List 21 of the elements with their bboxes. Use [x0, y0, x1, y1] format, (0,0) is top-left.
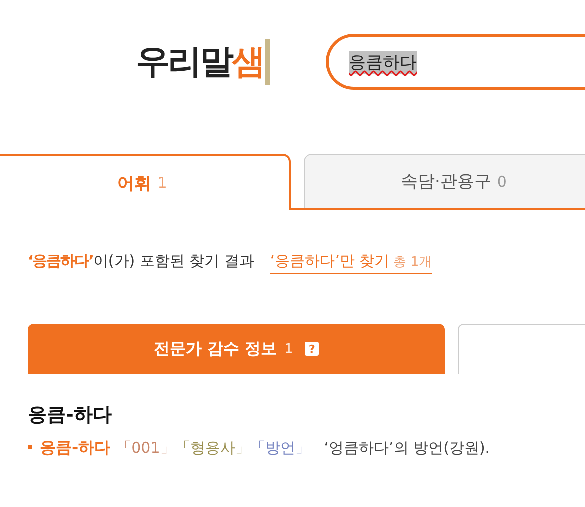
bullet-icon [28, 445, 32, 449]
result-count: 총 1개 [394, 254, 432, 271]
category-tab[interactable]: 속담·관용구 0 [304, 154, 585, 208]
sense-tag: 「방언」 [250, 439, 310, 458]
summary-text: 이(가) 포함된 찾기 결과 [93, 252, 254, 271]
search-field[interactable]: 응큼하다 [326, 34, 585, 90]
definition-text: ‘엉큼하다’의 방언(강원). [324, 439, 490, 458]
sense-tag: 「형용사」 [175, 439, 250, 458]
logo-mark[interactable]: 샘 [232, 39, 270, 85]
result-count: 0 [497, 172, 507, 190]
result-count: 1 [158, 174, 168, 192]
exact-search-link[interactable]: ‘응큼하다’만 찾기 총 1개 [270, 252, 432, 274]
search-term: ‘응큼하다’ [28, 252, 94, 271]
help-icon[interactable]: ? [305, 342, 320, 356]
logo-text[interactable]: 우리말 [136, 39, 232, 85]
category-tab[interactable]: 어휘 1 [0, 154, 291, 210]
info-tab[interactable]: 전문가 감수 정보 1 ? [28, 324, 445, 374]
sense-word: 응큼-하다 [40, 438, 111, 459]
result-count: 1 [284, 342, 294, 356]
sense-tag: 「001」 [116, 439, 176, 458]
entry-headword: 응큼-하다 [28, 403, 113, 428]
